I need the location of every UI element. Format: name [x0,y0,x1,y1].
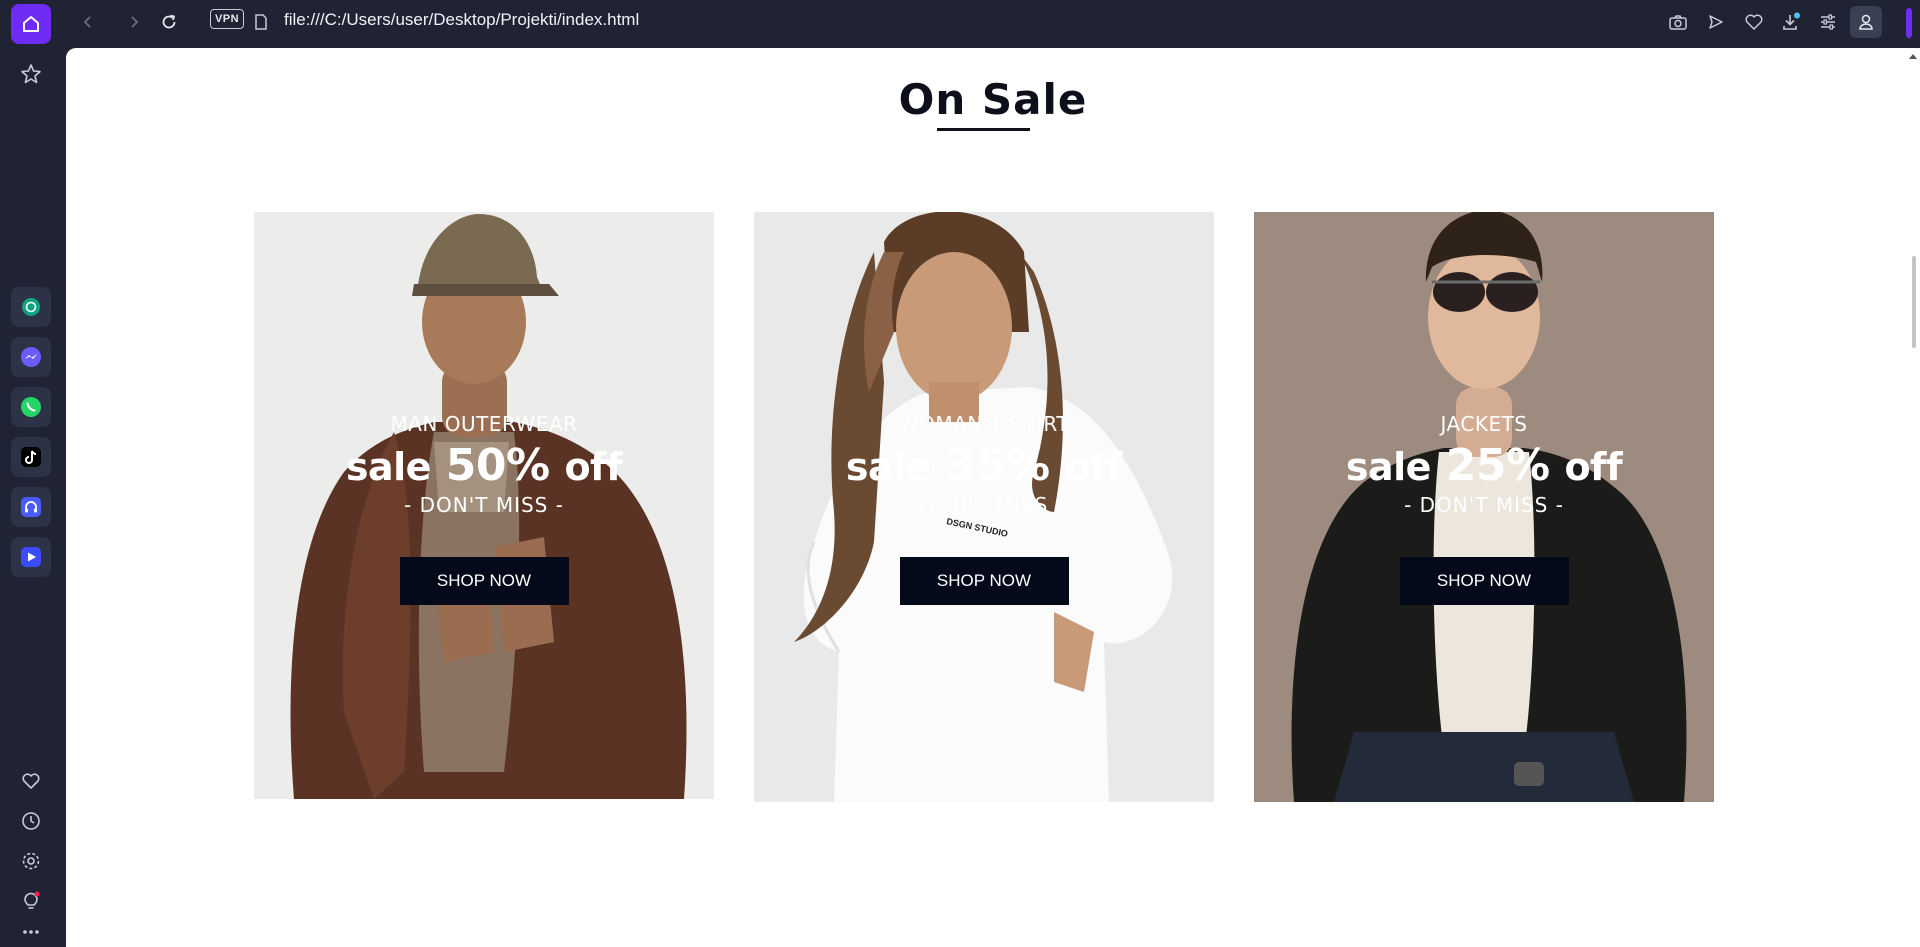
history-button[interactable] [11,801,51,841]
camera-icon [1669,15,1687,30]
shop-now-button[interactable]: SHOP NOW [899,557,1069,605]
category-label: JACKETS [1440,412,1528,436]
sale-card-man-outerwear[interactable]: MAN OUTERWEAR sale 50% off - DON'T MISS … [254,212,714,799]
chevron-right-icon [131,16,139,28]
more-options-button[interactable] [11,922,51,942]
home-icon [23,16,39,32]
address-bar[interactable]: file:///C:/Users/user/Desktop/Projekti/i… [284,10,639,30]
discount-text: sale 25% off [1345,440,1623,491]
scrollbar-thumb[interactable] [1912,256,1916,348]
scroll-up-arrow-icon[interactable] [1909,54,1917,59]
whatsapp-icon [21,397,41,417]
vpn-badge[interactable]: VPN [210,9,244,29]
star-icon [21,64,41,84]
download-icon [1783,12,1800,30]
snapshot-button[interactable] [1662,6,1694,38]
flow-button[interactable] [1700,6,1732,38]
profile-button[interactable] [1850,6,1882,38]
sale-card-overlay: WOMAN T-SHIRT sale 35% off - DON'T MISS … [754,412,1214,605]
shop-now-button[interactable]: SHOP NOW [399,557,569,605]
category-label: MAN OUTERWEAR [390,412,578,436]
messenger-icon [21,347,41,367]
shop-now-button[interactable]: SHOP NOW [1399,557,1569,605]
sidebar-app-music-player[interactable] [11,487,51,527]
more-dots-icon [23,930,39,934]
lightbulb-icon [24,891,40,909]
sidebar-app-messenger[interactable] [11,337,51,377]
play-icon [21,547,41,567]
reload-button[interactable] [153,6,185,38]
sale-card-overlay: JACKETS sale 25% off - DON'T MISS - SHOP… [1254,412,1714,605]
heart-icon [1745,14,1763,30]
page-title: On Sale [898,75,1088,124]
speed-dial-button[interactable] [11,54,51,94]
back-button[interactable] [72,6,104,38]
sliders-icon [1821,14,1835,30]
window-accent-bar [1906,8,1912,38]
reload-icon [162,14,176,29]
tagline: - DON'T MISS - [1404,493,1564,517]
tiktok-icon [21,447,41,467]
sale-card-overlay: MAN OUTERWEAR sale 50% off - DON'T MISS … [254,412,714,605]
easy-setup-button[interactable] [1812,6,1844,38]
forward-button[interactable] [118,6,150,38]
sale-card-woman-tshirt[interactable]: DSGN STUDIO WOMAN T-SHIRT sale 35% off -… [754,212,1214,802]
category-label: WOMAN T-SHIRT [898,412,1070,436]
chatgpt-icon [22,298,40,316]
discount-text: sale 35% off [845,440,1123,491]
downloads-button[interactable] [1775,6,1807,38]
send-icon [1709,15,1723,29]
tagline: - DON'T MISS - [904,493,1064,517]
bookmarks-button[interactable] [11,761,51,801]
sidebar-app-whatsapp[interactable] [11,387,51,427]
page-info-button[interactable] [245,6,277,38]
vertical-scrollbar[interactable] [1906,48,1920,947]
sidebar-app-chatgpt[interactable] [11,287,51,327]
tips-button[interactable] [11,881,51,921]
file-icon [255,14,267,30]
chevron-left-icon [83,16,91,28]
sidebar-app-tiktok[interactable] [11,437,51,477]
heart-icon [22,773,40,789]
home-button[interactable] [11,4,51,44]
settings-button[interactable] [11,841,51,881]
browser-sidebar [0,0,64,947]
discount-text: sale 50% off [345,440,623,491]
gear-icon [22,852,40,870]
sidebar-app-player[interactable] [11,537,51,577]
web-page: On Sale MAN OUTERWEAR sale 50% off - DON… [66,48,1920,947]
headphones-icon [21,497,41,517]
clock-icon [22,812,40,830]
sale-card-jackets[interactable]: JACKETS sale 25% off - DON'T MISS - SHOP… [1254,212,1714,802]
tagline: - DON'T MISS - [404,493,564,517]
bookmark-page-button[interactable] [1738,6,1770,38]
user-icon [1859,14,1873,30]
title-underline [937,128,1030,131]
